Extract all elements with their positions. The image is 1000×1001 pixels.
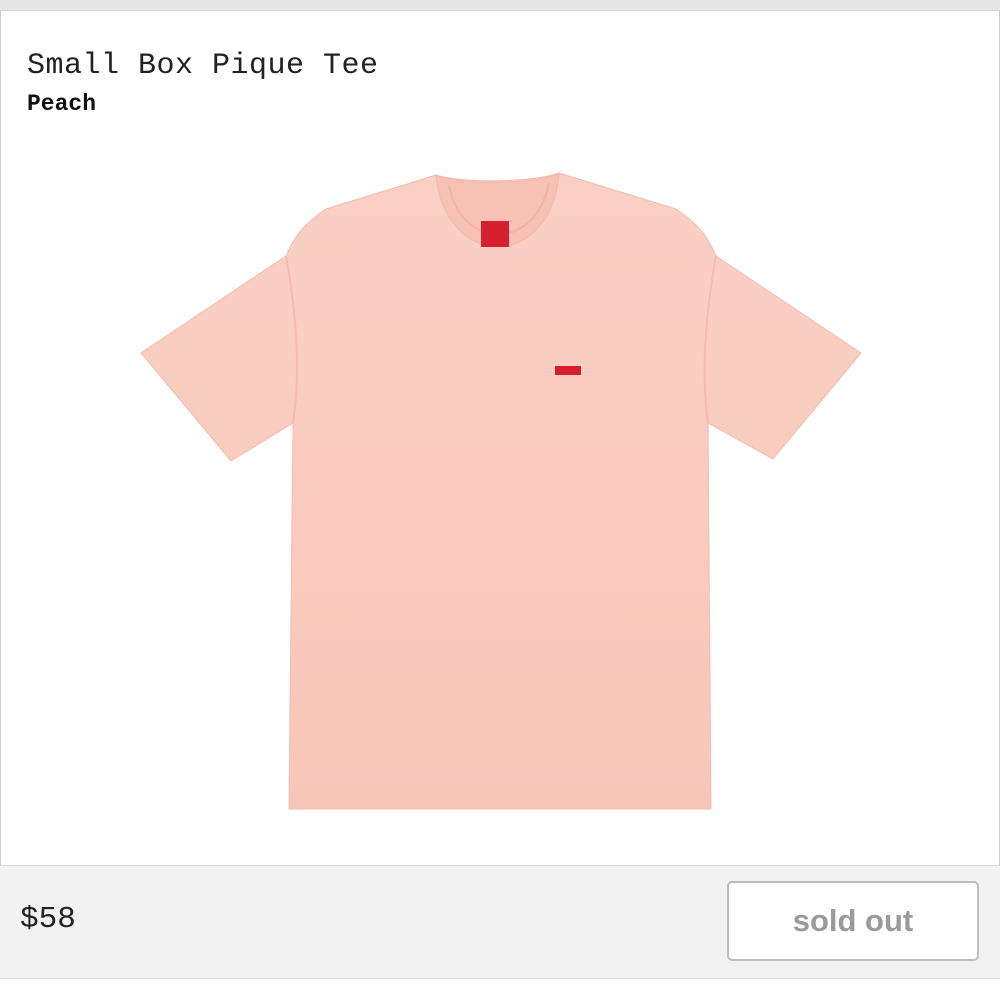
price-label: $58 xyxy=(20,902,76,937)
product-color: Peach xyxy=(27,91,97,117)
box-logo xyxy=(555,366,581,375)
product-title: Small Box Pique Tee xyxy=(27,49,379,83)
bottom-strip xyxy=(0,978,1000,1001)
purchase-footer: $58 sold out xyxy=(0,865,1000,979)
top-bar xyxy=(0,0,1000,11)
sold-out-button[interactable]: sold out xyxy=(727,881,979,961)
tshirt-body xyxy=(140,172,862,810)
product-image[interactable] xyxy=(131,161,871,821)
product-card: Small Box Pique Tee Peach xyxy=(0,11,1000,865)
neck-label xyxy=(481,221,509,247)
